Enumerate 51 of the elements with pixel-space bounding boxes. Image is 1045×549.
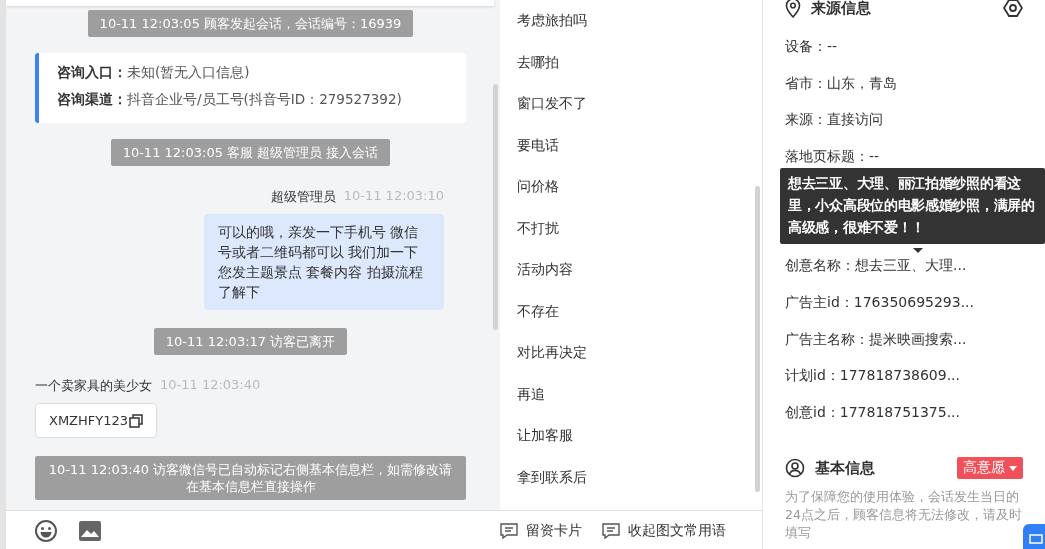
message-time: 10-11 12:03:10 xyxy=(343,188,444,205)
quick-phrase[interactable]: 不存在 xyxy=(517,298,762,340)
toolbar-button[interactable]: 留资卡片 xyxy=(500,521,582,540)
quick-phrase[interactable]: 拿到联系后 xyxy=(517,464,762,506)
sender-name: 超级管理员 xyxy=(270,188,336,206)
quick-phrase[interactable]: 活动内容 xyxy=(517,257,762,299)
info-field: 创意id：177818751375... xyxy=(785,399,1023,437)
field-value: 未知(暂无入口信息) xyxy=(127,64,250,80)
copy-icon[interactable] xyxy=(129,413,144,428)
user-icon xyxy=(785,458,805,479)
location-pin-icon xyxy=(785,0,801,18)
info-field: 广告主名称：提米映画搜索... xyxy=(785,326,1023,364)
floating-chat-button[interactable] xyxy=(1023,524,1045,549)
quick-phrase[interactable]: 问价格 xyxy=(517,174,762,216)
message-bubble: 可以的哦，亲发一下手机号 微信号或者二维码都可以 我们加一下您发主题景点 套餐内容 拍摄流程了解下 xyxy=(204,214,444,310)
quick-phrase[interactable]: 对比再决定 xyxy=(517,340,762,382)
settings-icon[interactable] xyxy=(1003,0,1023,18)
quick-phrase[interactable]: 再追 xyxy=(517,381,762,423)
sender-name: 一个卖家具的美少女 xyxy=(35,377,152,395)
message-time: 10-11 12:03:40 xyxy=(160,377,261,394)
quick-phrase[interactable]: 不打扰 xyxy=(517,215,762,257)
system-message: 10-11 12:03:40 访客微信号已自动标记右侧基本信息栏，如需修改请在基本信息栏直接操作 xyxy=(35,456,466,500)
caret-icon xyxy=(1009,465,1017,471)
info-field: 创意名称：想去三亚、大理... xyxy=(785,253,1023,290)
message-text: XMZHFY123 xyxy=(49,413,129,428)
info-field: 设备：-- xyxy=(785,34,1023,71)
field-label: 咨询入口： xyxy=(57,64,127,80)
field-label: 咨询渠道： xyxy=(57,91,127,107)
intent-tag-dropdown[interactable]: 高意愿 xyxy=(957,457,1023,480)
quick-phrase[interactable]: 窗口发不了 xyxy=(517,91,762,133)
emoji-icon[interactable] xyxy=(34,518,58,543)
system-message: 10-11 12:03:05 顾客发起会话，会话编号：16939 xyxy=(87,10,414,37)
quick-phrase[interactable]: 考虑旅拍吗 xyxy=(517,8,762,50)
scrollbar-thumb[interactable] xyxy=(755,186,760,492)
system-message: 10-11 12:03:05 客服 超级管理员 接入会话 xyxy=(110,139,391,166)
image-icon[interactable] xyxy=(78,519,102,542)
scrollbar-thumb[interactable] xyxy=(493,84,498,330)
section-title: 基本信息 xyxy=(815,458,875,478)
info-field: 省市：山东，青岛 xyxy=(785,70,1023,108)
section-title: 来源信息 xyxy=(811,0,871,18)
toolbar-button[interactable]: 收起图文常用语 xyxy=(602,521,726,540)
quick-phrase[interactable]: 去哪拍 xyxy=(517,49,762,91)
notice-text: 为了保障您的使用体验，会话发生当日的24点之后，顾客信息将无法修改，请及时填写 xyxy=(785,488,1023,543)
quick-phrase[interactable]: 要电话 xyxy=(517,132,762,174)
info-field: 计划id：177818738609... xyxy=(785,363,1023,400)
system-message: 10-11 12:03:17 访客已离开 xyxy=(153,328,348,355)
tooltip-arrow xyxy=(913,248,923,254)
quick-phrase[interactable]: 让加客服 xyxy=(517,423,762,465)
info-field: 来源：直接访问 xyxy=(785,107,1023,144)
field-value: 抖音企业号/员工号(抖音号ID：279527392) xyxy=(127,91,402,107)
info-field: 广告主id：176350695293... xyxy=(785,289,1023,327)
